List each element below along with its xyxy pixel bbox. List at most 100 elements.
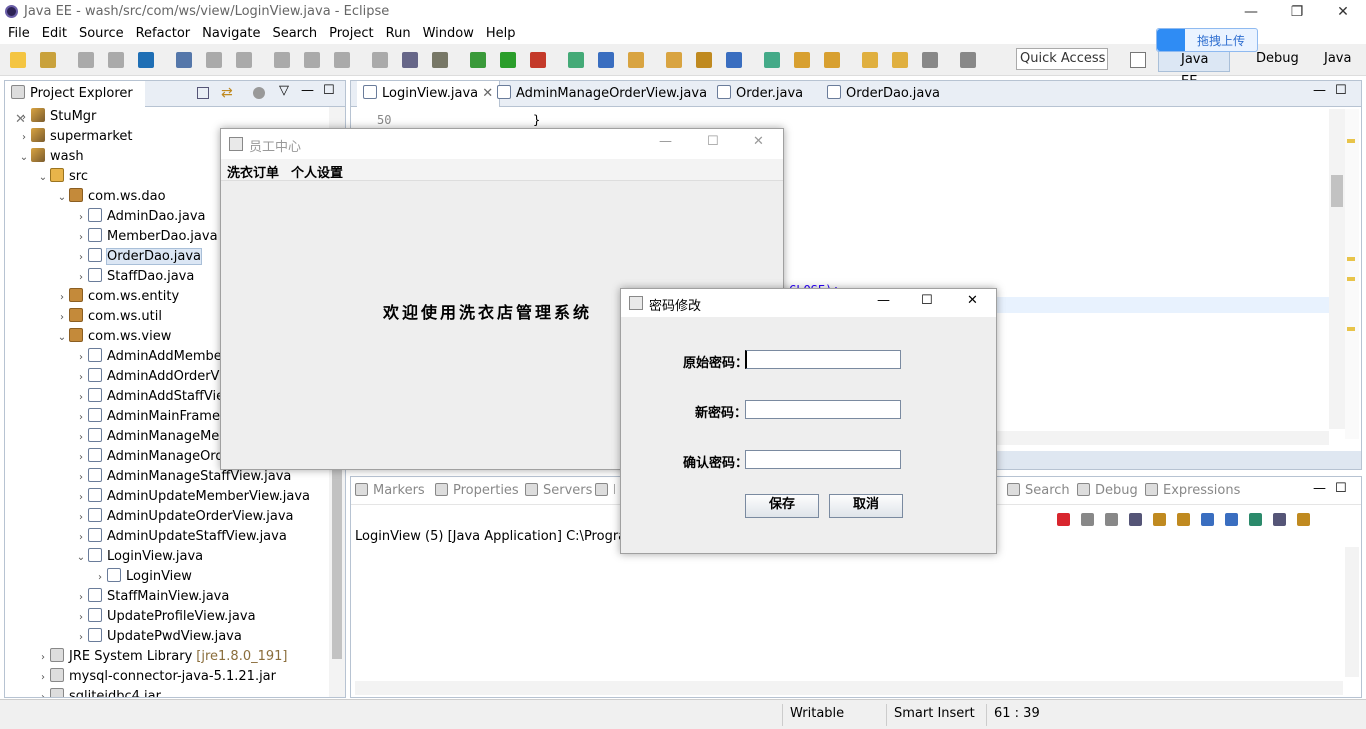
bottom-tab[interactable]: Search (1007, 483, 1070, 498)
menu-help[interactable]: Help (480, 24, 522, 44)
tree-item[interactable]: › UpdateProfileView.java (9, 607, 256, 627)
save-icon[interactable] (78, 52, 94, 68)
menu-navigate[interactable]: Navigate (196, 24, 266, 44)
new-icon[interactable] (10, 52, 26, 68)
close-icon[interactable]: ✕ (1320, 0, 1366, 24)
open-type-icon[interactable] (628, 52, 644, 68)
menu-run[interactable]: Run (380, 24, 417, 44)
tree-item[interactable]: ⌄ com.ws.dao (9, 187, 166, 207)
menu-window[interactable]: Window (417, 24, 480, 44)
display-console-icon[interactable] (1273, 513, 1286, 526)
collapse-all-icon[interactable] (197, 87, 209, 99)
filter-icon[interactable] (253, 87, 265, 99)
new-server-icon[interactable] (568, 52, 584, 68)
chevron-right-icon[interactable]: › (74, 268, 88, 288)
debug-icon[interactable] (470, 52, 486, 68)
show-stderr-icon[interactable] (1225, 513, 1238, 526)
menu-refactor[interactable]: Refactor (130, 24, 197, 44)
editor-scrollbar[interactable] (1329, 109, 1345, 429)
menu-edit[interactable]: Edit (36, 24, 73, 44)
new-password-field[interactable] (745, 400, 901, 419)
print-icon[interactable] (138, 52, 154, 68)
tree-item[interactable]: › AdminMainFrame.java (9, 407, 251, 427)
bottom-tab[interactable]: Properties (435, 483, 519, 498)
menu-project[interactable]: Project (323, 24, 379, 44)
chevron-right-icon[interactable]: › (74, 408, 88, 428)
toggle-mark-icon[interactable] (764, 52, 780, 68)
tree-item[interactable]: › AdminDao.java (9, 207, 206, 227)
scroll-lock-icon[interactable] (1153, 513, 1166, 526)
tree-item[interactable]: › AdminUpdateMemberView.java (9, 487, 310, 507)
chevron-right-icon[interactable]: › (74, 468, 88, 488)
tree-item[interactable]: › AdminManageStaffView.java (9, 467, 291, 487)
word-wrap-icon[interactable] (1177, 513, 1190, 526)
chevron-down-icon[interactable]: ⌄ (17, 148, 31, 168)
chevron-down-icon[interactable]: ⌄ (36, 168, 50, 188)
chevron-right-icon[interactable]: › (55, 288, 69, 308)
tree-item[interactable]: › sqlitejdbc4.jar (9, 687, 161, 697)
pwd-minimize-icon[interactable]: — (877, 293, 890, 308)
resume-icon[interactable] (206, 52, 222, 68)
terminate-icon[interactable] (274, 52, 290, 68)
chevron-right-icon[interactable]: › (74, 388, 88, 408)
chevron-right-icon[interactable]: › (36, 668, 50, 688)
menu-laundry-orders[interactable]: 洗衣订单 (227, 162, 279, 181)
quick-access-input[interactable]: Quick Access (1016, 48, 1108, 70)
step-return-icon[interactable] (402, 52, 418, 68)
search-icon[interactable] (696, 52, 712, 68)
chevron-down-icon[interactable]: ⌄ (55, 328, 69, 348)
chevron-right-icon[interactable]: › (74, 428, 88, 448)
step-over-icon[interactable] (372, 52, 388, 68)
bottom-tab[interactable]: Markers (355, 483, 425, 498)
perspective-java[interactable]: Java (1304, 48, 1351, 72)
chevron-right-icon[interactable]: › (74, 588, 88, 608)
restore-icon[interactable]: ❐ (1274, 0, 1320, 24)
tree-item[interactable]: › com.ws.entity (9, 287, 179, 307)
save-button[interactable]: 保存 (745, 494, 819, 518)
chevron-down-icon[interactable]: ⌄ (74, 548, 88, 568)
view-menu-icon[interactable]: ▽ (279, 83, 289, 98)
editor-tab[interactable]: OrderDao.java (821, 81, 946, 107)
chevron-right-icon[interactable]: › (74, 368, 88, 388)
tree-item[interactable]: › supermarket (9, 127, 133, 147)
chevron-down-icon[interactable]: ⌄ (55, 188, 69, 208)
tree-item[interactable]: › OrderDao.java (9, 247, 203, 268)
chevron-right-icon[interactable]: › (74, 528, 88, 548)
chevron-right-icon[interactable]: › (17, 108, 31, 128)
chevron-right-icon[interactable]: › (36, 688, 50, 697)
chevron-right-icon[interactable]: › (74, 508, 88, 528)
chevron-right-icon[interactable]: › (93, 568, 107, 588)
bottom-tab[interactable]: Debug (1077, 483, 1138, 498)
suspend-icon[interactable] (236, 52, 252, 68)
globe-icon[interactable] (726, 52, 742, 68)
chevron-right-icon[interactable]: › (74, 248, 88, 268)
step-into-icon[interactable] (334, 52, 350, 68)
tree-item[interactable]: › mysql-connector-java-5.1.21.jar (9, 667, 276, 687)
last-edit-icon[interactable] (922, 52, 938, 68)
tree-item[interactable]: ⌄ src (9, 167, 88, 187)
chevron-right-icon[interactable]: › (17, 128, 31, 148)
editor-scroll-thumb[interactable] (1331, 175, 1343, 207)
chevron-right-icon[interactable]: › (74, 448, 88, 468)
tree-item[interactable]: ⌄ com.ws.view (9, 327, 171, 347)
editor-tab[interactable]: AdminManageOrderView.java (491, 81, 713, 107)
tree-item[interactable]: › com.ws.util (9, 307, 162, 327)
chevron-right-icon[interactable]: › (74, 348, 88, 368)
open-perspective-icon[interactable] (1130, 52, 1146, 68)
bottom-tab[interactable]: Data Source Explorer (595, 483, 615, 498)
tree-item[interactable]: ⌄ wash (9, 147, 84, 167)
tree-item[interactable]: › AdminUpdateStaffView.java (9, 527, 287, 547)
maximize-view-icon[interactable]: ☐ (1335, 83, 1347, 98)
staff-close-icon[interactable]: ✕ (753, 134, 764, 149)
tree-item[interactable]: › AdminUpdateOrderView.java (9, 507, 293, 527)
console-hscroll[interactable] (355, 681, 1343, 695)
forward-icon[interactable] (892, 52, 908, 68)
save-all-icon[interactable] (108, 52, 124, 68)
tree-item[interactable]: › MemberDao.java (9, 227, 218, 247)
editor-tab[interactable]: LoginView.java ✕ (357, 81, 501, 107)
chevron-right-icon[interactable]: › (74, 228, 88, 248)
old-password-field[interactable] (745, 350, 901, 369)
pin-icon[interactable] (960, 52, 976, 68)
staff-minimize-icon[interactable]: — (659, 134, 672, 149)
minimize-view-icon[interactable]: — (1313, 481, 1326, 496)
